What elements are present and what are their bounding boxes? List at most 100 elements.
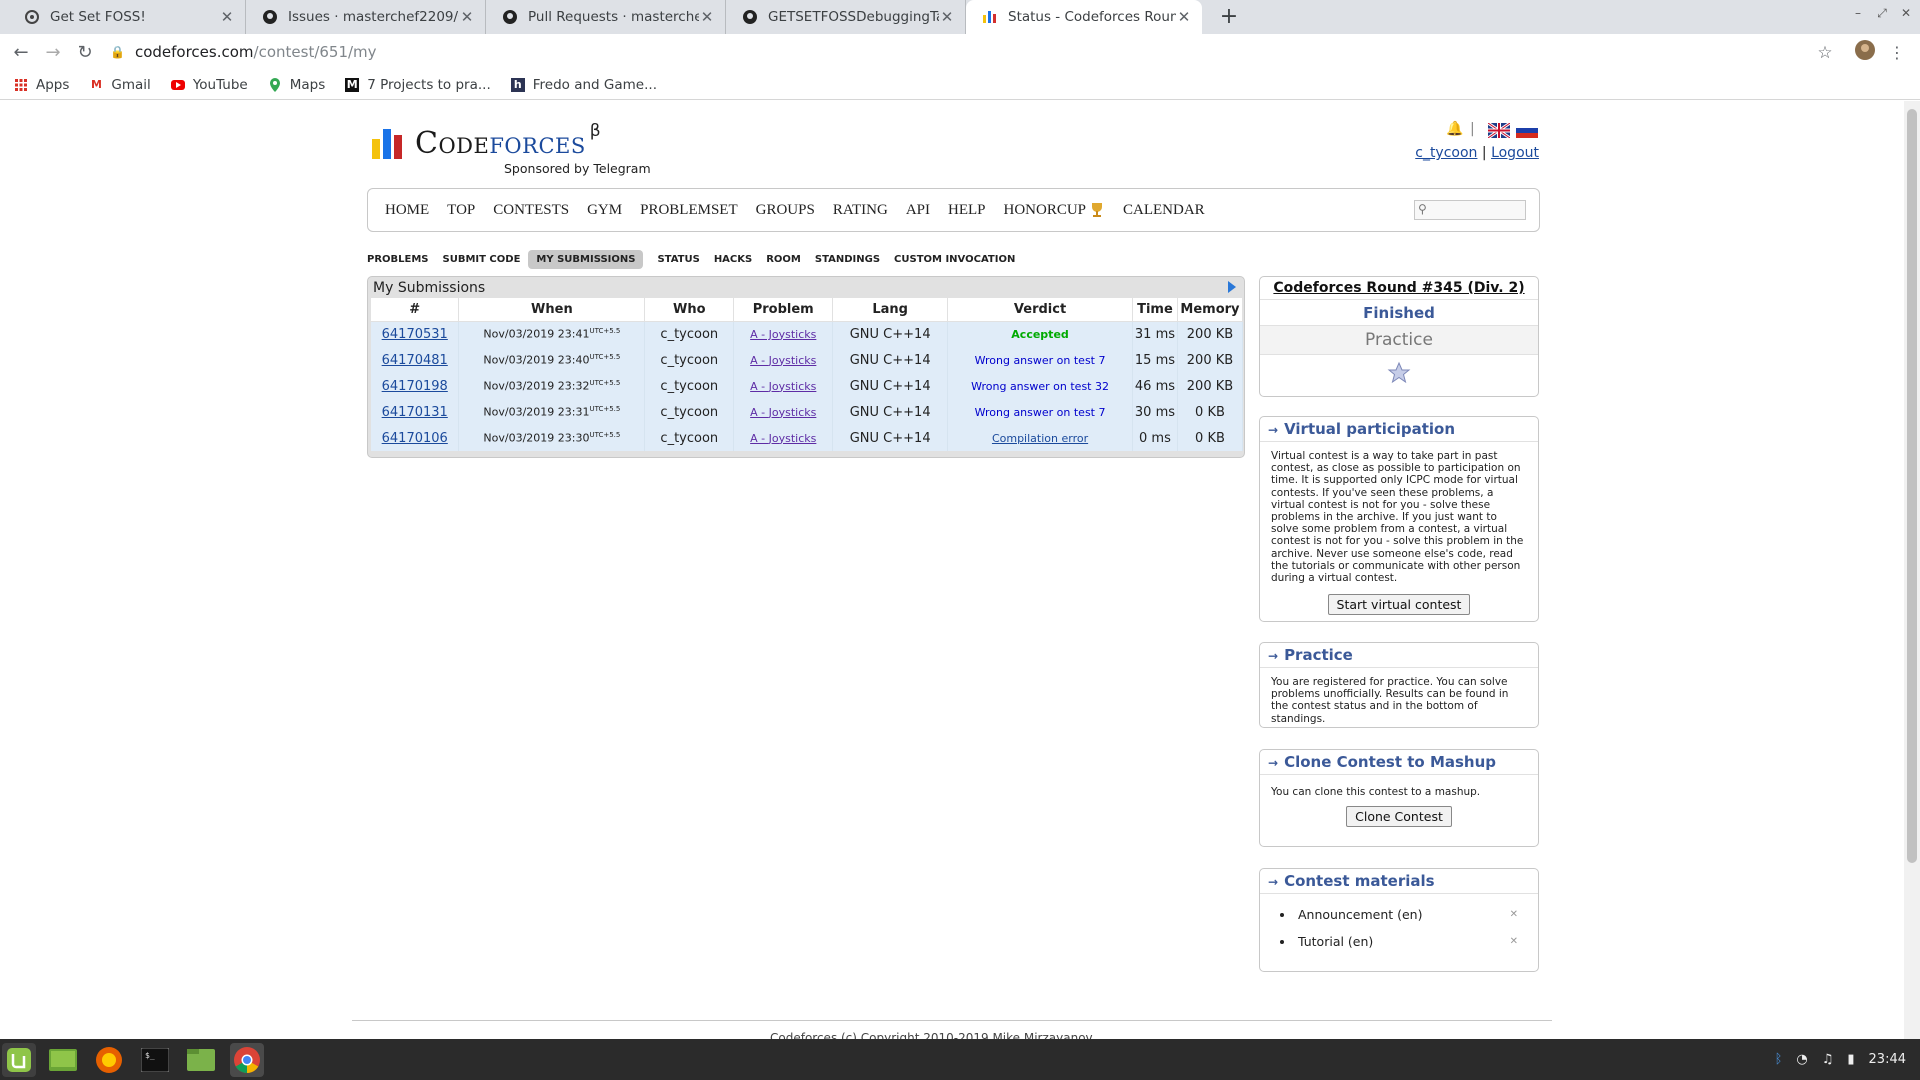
scrollbar-thumb[interactable] <box>1907 109 1917 863</box>
practice-box: → Practice You are registered for practic… <box>1259 642 1539 728</box>
close-icon[interactable]: ✕ <box>1510 909 1518 920</box>
new-tab-button[interactable]: + <box>1216 4 1242 30</box>
submission-id-link[interactable]: 64170131 <box>382 405 448 420</box>
submission-id-link[interactable]: 64170106 <box>382 431 448 446</box>
codeforces-logo[interactable]: Codeforces β Sponsored by Telegram <box>372 121 651 176</box>
window-close-icon[interactable]: ✕ <box>1894 6 1918 20</box>
bookmark-hackerearth[interactable]: h Fredo and Game... <box>510 77 657 93</box>
address-bar[interactable]: 🔒 codeforces.com/contest/651/my <box>110 38 1830 66</box>
menu-item-calendar[interactable]: CALENDAR <box>1123 202 1205 219</box>
close-tab-icon[interactable]: ✕ <box>459 8 475 26</box>
bookmark-apps[interactable]: Apps <box>14 77 69 93</box>
maximize-icon[interactable]: ⤢ <box>1870 6 1894 21</box>
subnav-room[interactable]: ROOM <box>766 250 801 269</box>
search-input[interactable]: ⚲ <box>1414 200 1526 220</box>
problem-link[interactable]: A - Joysticks <box>750 328 816 341</box>
col-header-id: # <box>371 298 460 322</box>
subnav-my-submissions[interactable]: MY SUBMISSIONS <box>528 250 644 269</box>
col-header-time: Time <box>1132 298 1178 322</box>
reload-icon[interactable]: ↻ <box>72 40 98 66</box>
chrome-icon[interactable] <box>230 1043 264 1077</box>
close-icon[interactable]: ✕ <box>1510 936 1518 947</box>
clock[interactable]: 23:44 <box>1869 1052 1906 1067</box>
bookmark-star-icon[interactable]: ☆ <box>1812 40 1838 66</box>
menu-item-contests[interactable]: CONTESTS <box>493 202 569 219</box>
bluetooth-icon[interactable]: ᛒ <box>1775 1052 1783 1067</box>
problem-link[interactable]: A - Joysticks <box>750 354 816 367</box>
close-tab-icon[interactable]: ✕ <box>939 8 955 26</box>
list-item[interactable]: Announcement (en) ✕ <box>1260 901 1538 928</box>
page-scrollbar[interactable] <box>1904 101 1920 1039</box>
submission-time: 31 ms <box>1132 321 1178 347</box>
problem-link[interactable]: A - Joysticks <box>750 406 816 419</box>
maps-icon <box>268 77 282 92</box>
file-manager-icon[interactable] <box>184 1043 218 1077</box>
subnav-standings[interactable]: STANDINGS <box>815 250 880 269</box>
problem-link[interactable]: A - Joysticks <box>750 380 816 393</box>
volume-icon[interactable]: ♫ <box>1822 1052 1834 1067</box>
problem-link[interactable]: A - Joysticks <box>750 432 816 445</box>
russian-flag-icon[interactable] <box>1516 123 1538 138</box>
forward-icon[interactable]: → <box>40 40 66 66</box>
menu-item-top[interactable]: TOP <box>447 202 475 219</box>
mint-menu-icon[interactable] <box>2 1043 36 1077</box>
verdict-compilation-error-link[interactable]: Compilation error <box>992 432 1088 445</box>
back-icon[interactable]: ← <box>8 40 34 66</box>
terminal-icon[interactable]: $_ <box>138 1043 172 1077</box>
submission-id-link[interactable]: 64170531 <box>382 327 448 342</box>
list-item[interactable]: Tutorial (en) ✕ <box>1260 928 1538 955</box>
show-desktop-icon[interactable] <box>46 1043 80 1077</box>
wifi-icon[interactable]: ◔ <box>1796 1052 1807 1067</box>
submission-id-link[interactable]: 64170198 <box>382 379 448 394</box>
menu-item-home[interactable]: HOME <box>385 202 429 219</box>
round-name-link[interactable]: Codeforces Round #345 (Div. 2) <box>1273 280 1524 296</box>
menu-item-honorcup[interactable]: HONORCUP <box>1003 202 1105 219</box>
medium-icon: M <box>345 77 360 92</box>
tab-pull-requests[interactable]: Pull Requests · masterchef22( ✕ <box>486 0 726 34</box>
logo-sponsor: Sponsored by Telegram <box>504 161 651 176</box>
clone-contest-button[interactable]: Clone Contest <box>1346 806 1452 828</box>
trophy-icon <box>1092 203 1102 217</box>
uk-flag-icon[interactable] <box>1488 123 1510 138</box>
tab-codeforces-status[interactable]: Status - Codeforces Round #3 ✕ <box>966 0 1202 34</box>
subnav-custom-invocation[interactable]: CUSTOM INVOCATION <box>894 250 1015 269</box>
close-tab-icon[interactable]: ✕ <box>699 8 715 26</box>
close-tab-icon[interactable]: ✕ <box>219 8 235 26</box>
material-tutorial-link[interactable]: Tutorial (en) <box>1298 934 1373 949</box>
menu-item-problemset[interactable]: PROBLEMSET <box>640 202 738 219</box>
subnav-submit-code[interactable]: SUBMIT CODE <box>443 250 521 269</box>
submission-id-link[interactable]: 64170481 <box>382 353 448 368</box>
menu-item-help[interactable]: HELP <box>948 202 986 219</box>
material-announcement-link[interactable]: Announcement (en) <box>1298 907 1422 922</box>
user-handle-link[interactable]: c_tycoon <box>1415 145 1477 161</box>
main-menu: HOME TOP CONTESTS GYM PROBLEMSET GROUPS … <box>367 188 1540 232</box>
foss-icon <box>24 9 40 25</box>
bookmark-medium[interactable]: M 7 Projects to pra... <box>345 77 491 93</box>
tab-debugging-tasks[interactable]: GETSETFOSSDebuggingTasks ✕ <box>726 0 966 34</box>
menu-item-rating[interactable]: RATING <box>833 202 888 219</box>
close-tab-icon[interactable]: ✕ <box>1176 8 1192 26</box>
bookmark-gmail[interactable]: M Gmail <box>89 76 151 93</box>
subnav-problems[interactable]: PROBLEMS <box>367 250 429 269</box>
battery-icon[interactable]: ▮ <box>1847 1052 1854 1067</box>
menu-item-gym[interactable]: GYM <box>587 202 622 219</box>
minimize-icon[interactable]: – <box>1846 6 1870 20</box>
subnav-hacks[interactable]: HACKS <box>714 250 752 269</box>
menu-item-groups[interactable]: GROUPS <box>756 202 815 219</box>
bookmark-youtube[interactable]: YouTube <box>170 77 248 93</box>
profile-avatar[interactable] <box>1852 40 1878 66</box>
bell-icon[interactable]: 🔔 <box>1446 121 1463 137</box>
bookmark-label: Gmail <box>111 76 151 93</box>
tab-issues[interactable]: Issues · masterchef2209/GETS ✕ <box>246 0 486 34</box>
logout-link[interactable]: Logout <box>1491 145 1539 161</box>
tab-get-set-foss[interactable]: Get Set FOSS! ✕ <box>8 0 246 34</box>
bookmark-maps[interactable]: Maps <box>268 77 325 93</box>
firefox-icon[interactable] <box>92 1043 126 1077</box>
menu-dots-icon[interactable]: ⋮ <box>1884 40 1910 66</box>
favourite-star-icon[interactable] <box>1260 355 1538 391</box>
panel-arrow-icon[interactable] <box>1228 281 1236 293</box>
start-virtual-contest-button[interactable]: Start virtual contest <box>1327 594 1471 616</box>
menu-item-api[interactable]: API <box>906 202 930 219</box>
subnav-status[interactable]: STATUS <box>657 250 699 269</box>
materials-list: Announcement (en) ✕ Tutorial (en) ✕ <box>1260 894 1538 955</box>
